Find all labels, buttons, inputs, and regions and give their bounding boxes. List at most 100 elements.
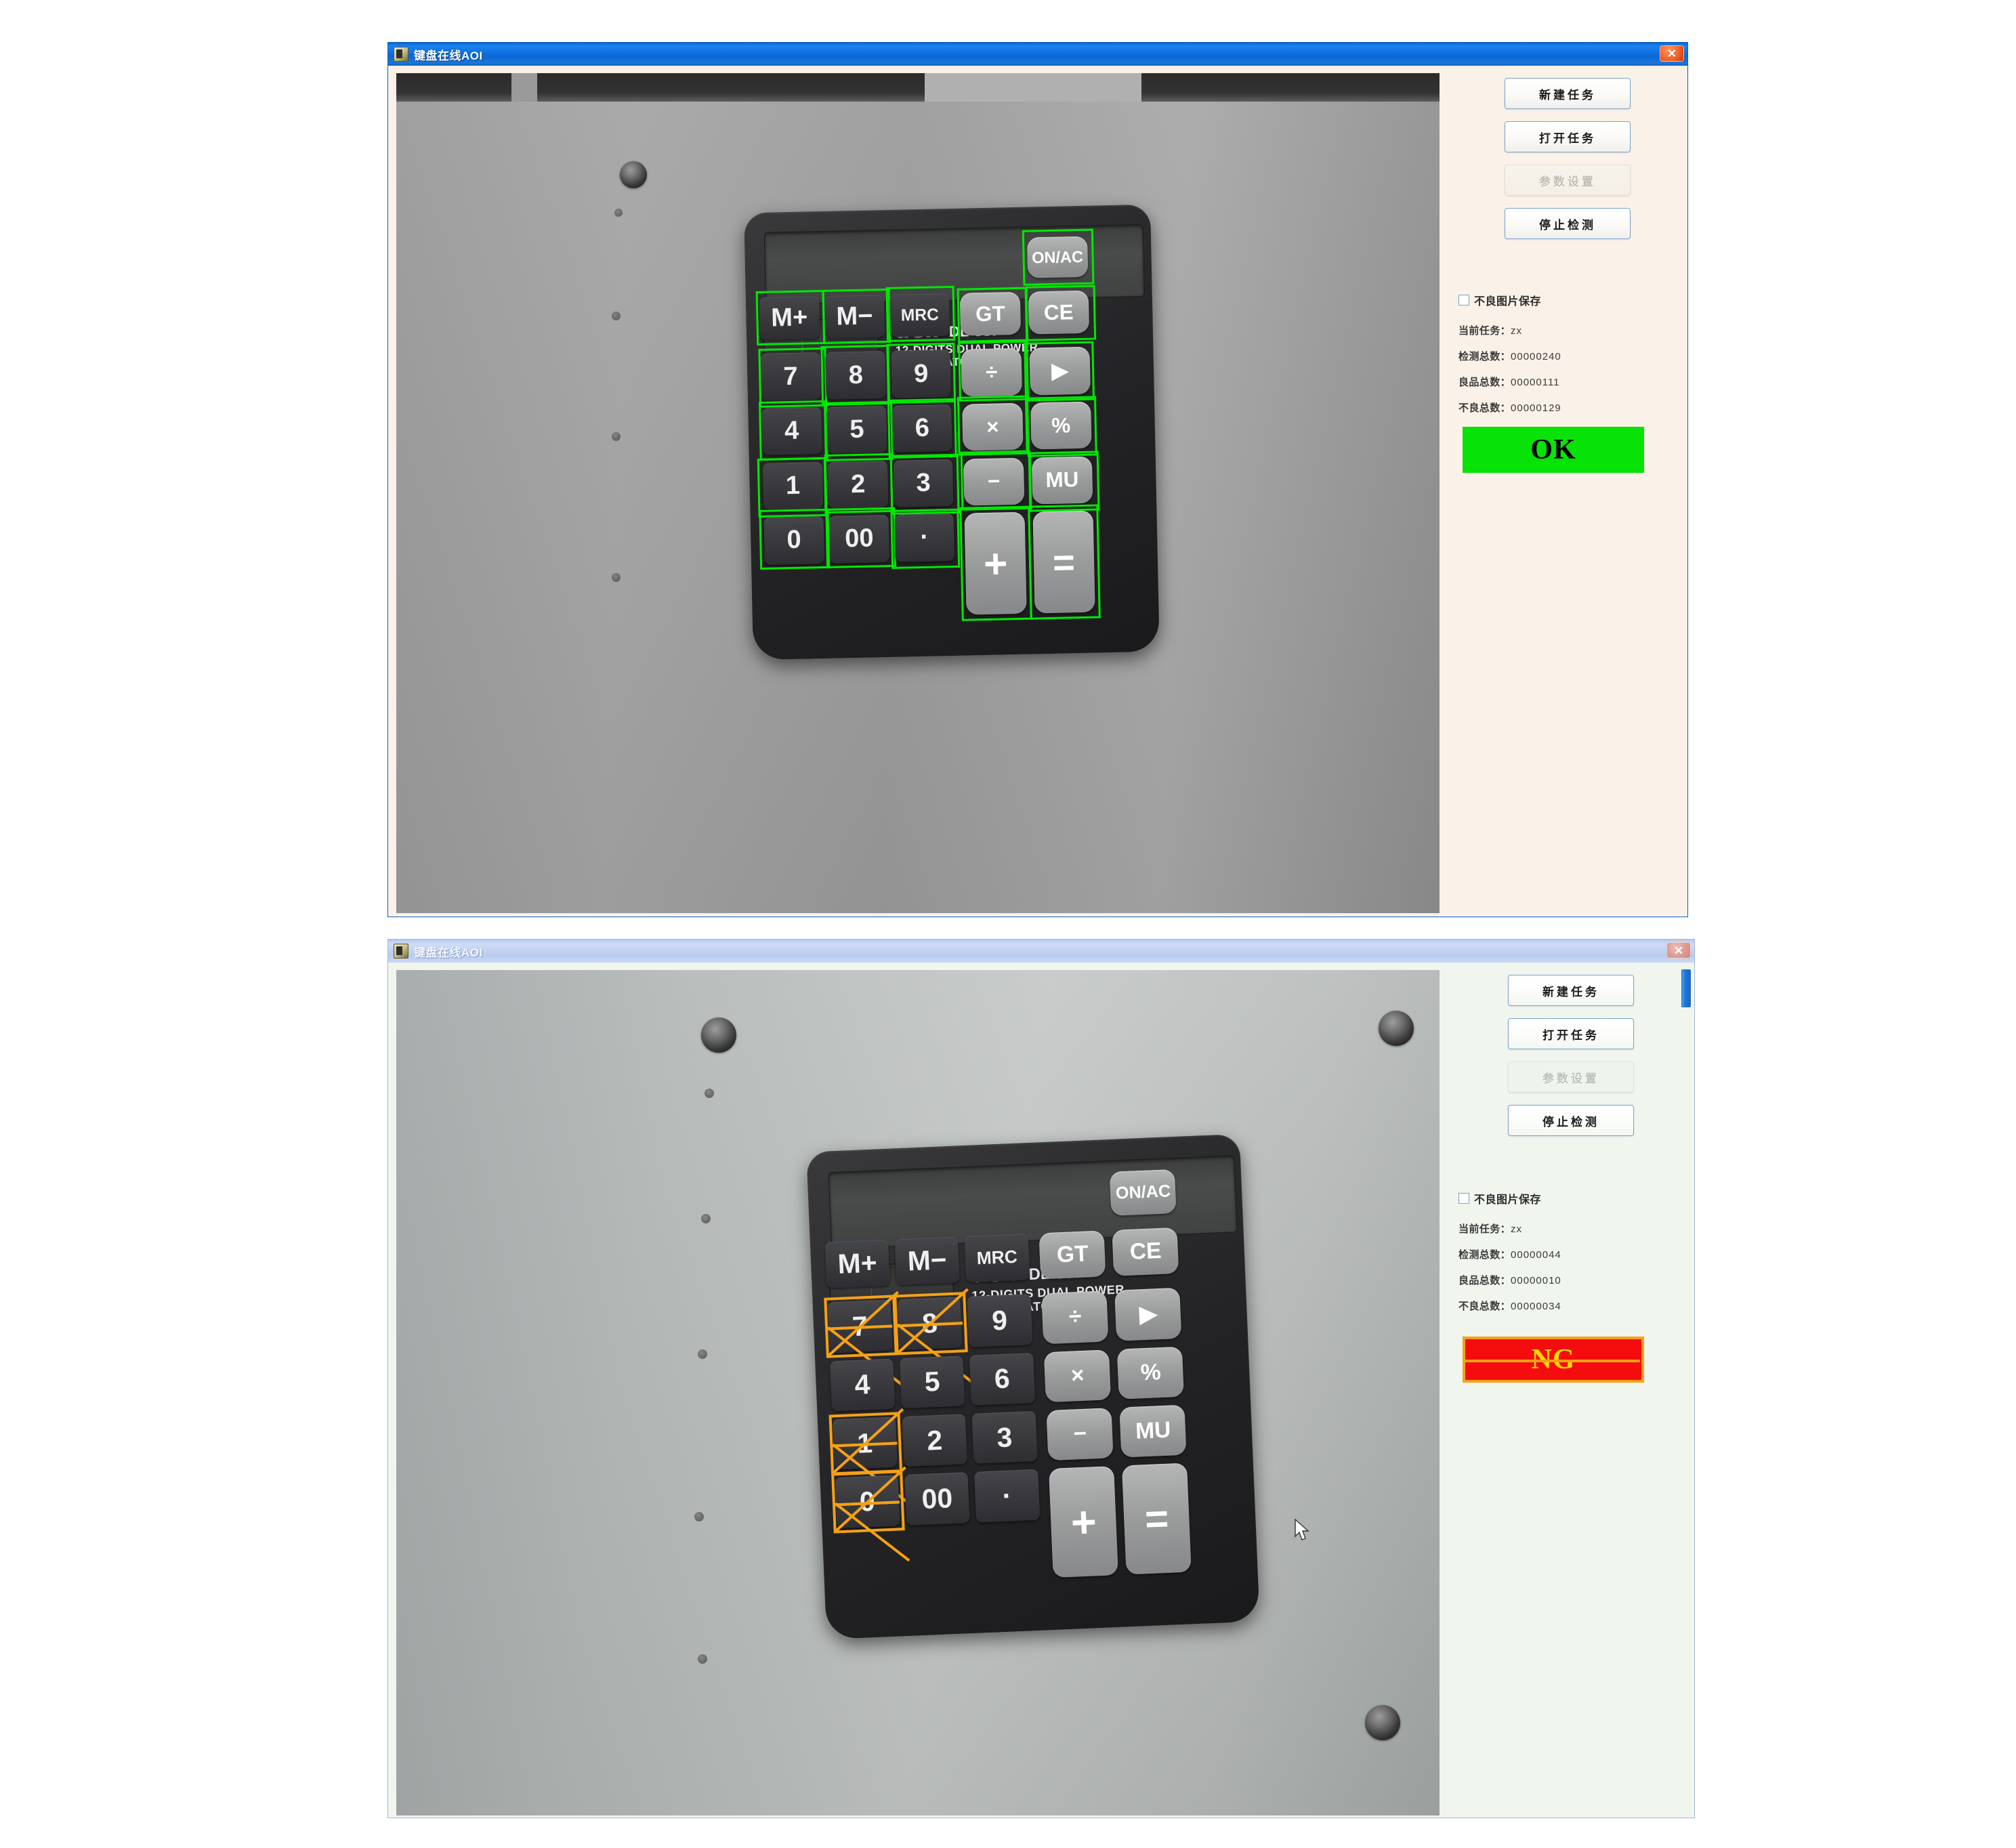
calc-key-×: ×: [1044, 1349, 1111, 1402]
stat-label: 检测总数：: [1458, 351, 1511, 362]
plate-dimple: [698, 1654, 707, 1664]
stat-value: 00000034: [1511, 1301, 1561, 1312]
calc-key-MU: MU: [1031, 456, 1093, 504]
plate-dimple: [612, 312, 621, 320]
new-task-button[interactable]: 新建任务: [1505, 78, 1631, 109]
calc-key-4: 4: [761, 407, 822, 455]
stat-value: 00000129: [1511, 402, 1561, 414]
calc-key-2: 2: [902, 1414, 967, 1467]
calc-key-M+: M+: [759, 297, 820, 341]
open-task-button[interactable]: 打开任务: [1505, 121, 1631, 152]
calc-key-÷: ÷: [1042, 1291, 1109, 1344]
checkbox-box[interactable]: [1458, 1193, 1469, 1204]
app-icon: [394, 944, 408, 959]
image-top-shadow-band: [396, 73, 1440, 102]
calc-key-×: ×: [962, 403, 1024, 451]
stat-label: 检测总数：: [1458, 1249, 1511, 1261]
calc-key-%: %: [1117, 1346, 1184, 1399]
calc-key-0: 0: [764, 516, 824, 564]
param-setup-button: 参数设置: [1508, 1062, 1634, 1093]
plate-dimple: [612, 432, 621, 441]
plate-dimple: [612, 573, 621, 582]
calc-key-1: 1: [763, 462, 823, 510]
param-setup-button: 参数设置: [1505, 165, 1631, 196]
calc-key-00: 00: [829, 515, 889, 563]
vertical-scrollbar[interactable]: [1681, 964, 1693, 1818]
calc-key-▶: ▶: [1029, 347, 1091, 395]
panel-spacer: [1448, 251, 1687, 292]
stop-detect-button[interactable]: 停止检测: [1508, 1105, 1634, 1136]
stat-value: 00000240: [1511, 351, 1561, 362]
calculator-device: deliDL-83712-DIGITS DUAL POWERCALCULATOR…: [806, 1134, 1260, 1639]
calc-key-·: ·: [894, 513, 954, 562]
stat-total-inspected: 检测总数：00000240: [1458, 349, 1687, 363]
calc-key-00: 00: [904, 1473, 970, 1526]
stat-total-defect: 不良总数：00000129: [1458, 400, 1687, 415]
new-task-button[interactable]: 新建任务: [1508, 975, 1634, 1006]
save-defect-image-checkbox[interactable]: 不良图片保存: [1458, 1190, 1694, 1206]
stat-total-good: 良品总数：00000111: [1458, 375, 1687, 389]
stat-value: 00000044: [1511, 1249, 1561, 1261]
calc-key-on-ac: ON/AC: [1110, 1169, 1177, 1216]
calc-key-−: −: [963, 457, 1025, 505]
panel-spacer: [1448, 1148, 1694, 1190]
result-status-badge: OK: [1463, 427, 1644, 473]
calc-key-GT: GT: [1039, 1231, 1106, 1279]
camera-image: deliDL-83712-DIGITS DUAL POWERCALCULATOR…: [396, 73, 1440, 913]
result-status-badge: NG: [1463, 1337, 1644, 1383]
plate-dimple: [701, 1214, 711, 1223]
stat-value: 00000111: [1511, 377, 1560, 388]
stat-label: 当前任务：: [1458, 325, 1511, 337]
checkbox-box[interactable]: [1458, 295, 1469, 306]
fixture-screw: [1365, 1705, 1400, 1740]
calc-key-CE: CE: [1112, 1227, 1179, 1276]
window-ng: 键盘在线AOI✕ deliDL-83712-DIGITS DUAL POWERCA…: [387, 939, 1695, 1818]
window-body: deliDL-83712-DIGITS DUAL POWERCALCULATOR…: [388, 66, 1687, 917]
stat-label: 当前任务：: [1458, 1223, 1511, 1235]
open-task-button[interactable]: 打开任务: [1508, 1018, 1634, 1049]
stat-label: 良品总数：: [1458, 377, 1511, 388]
stat-total-inspected: 检测总数：00000044: [1458, 1247, 1694, 1261]
stat-current-task: 当前任务：zx: [1458, 323, 1687, 337]
calc-key-÷: ÷: [961, 348, 1022, 396]
control-panel: 新建任务打开任务参数设置停止检测不良图片保存当前任务：zx 检测总数：000002…: [1448, 66, 1687, 917]
stat-label: 不良总数：: [1458, 1301, 1511, 1312]
window-body: deliDL-83712-DIGITS DUAL POWERCALCULATOR…: [388, 963, 1694, 1818]
calc-key-%: %: [1030, 402, 1092, 450]
calc-key-equals: =: [1122, 1463, 1192, 1575]
plate-dimple: [614, 209, 623, 217]
calc-key-0: 0: [835, 1475, 900, 1528]
inspection-image-panel: deliDL-83712-DIGITS DUAL POWERCALCULATOR…: [388, 66, 1448, 917]
app-icon: [394, 47, 408, 62]
window-title: 键盘在线AOI: [414, 46, 483, 63]
close-icon[interactable]: ✕: [1660, 45, 1684, 62]
close-icon[interactable]: ✕: [1666, 942, 1691, 959]
calc-key-5: 5: [827, 406, 887, 454]
calc-key-GT: GT: [960, 292, 1022, 336]
calc-key-plus: +: [1049, 1466, 1118, 1578]
window-titlebar[interactable]: 键盘在线AOI ✕: [388, 940, 1694, 963]
save-defect-image-checkbox[interactable]: 不良图片保存: [1458, 292, 1687, 308]
stop-detect-button[interactable]: 停止检测: [1505, 208, 1631, 239]
scrollbar-thumb[interactable]: [1681, 969, 1691, 1007]
calc-key-8: 8: [826, 351, 886, 399]
calc-key-9: 9: [967, 1294, 1032, 1347]
stat-label: 不良总数：: [1458, 402, 1511, 414]
band-notch: [925, 73, 1141, 102]
calc-key-MRC: MRC: [965, 1234, 1030, 1282]
calc-key-M−: M−: [824, 295, 885, 339]
calculator-device: deliDL-83712-DIGITS DUAL POWERCALCULATOR…: [744, 205, 1160, 660]
calc-key-2: 2: [828, 461, 888, 509]
calc-key-9: 9: [891, 350, 951, 398]
calc-key-3: 3: [894, 459, 954, 507]
calc-key-4: 4: [830, 1358, 896, 1411]
calc-key-6: 6: [969, 1353, 1035, 1406]
calc-key-−: −: [1047, 1408, 1114, 1461]
calc-key-plus: +: [964, 512, 1027, 615]
inspection-image-panel: deliDL-83712-DIGITS DUAL POWERCALCULATOR…: [388, 963, 1448, 1818]
checkbox-label: 不良图片保存: [1474, 292, 1541, 308]
screenshot-root: 键盘在线AOI ✕ deliDL-83712-DIGITS DUAL POWERCA…: [0, 0, 2016, 1848]
plate-dimple: [698, 1349, 707, 1359]
window-titlebar[interactable]: 键盘在线AOI ✕: [388, 43, 1687, 66]
window-ok: 键盘在线AOI✕deliDL-83712-DIGITS DUAL POWERCA…: [387, 42, 1688, 917]
